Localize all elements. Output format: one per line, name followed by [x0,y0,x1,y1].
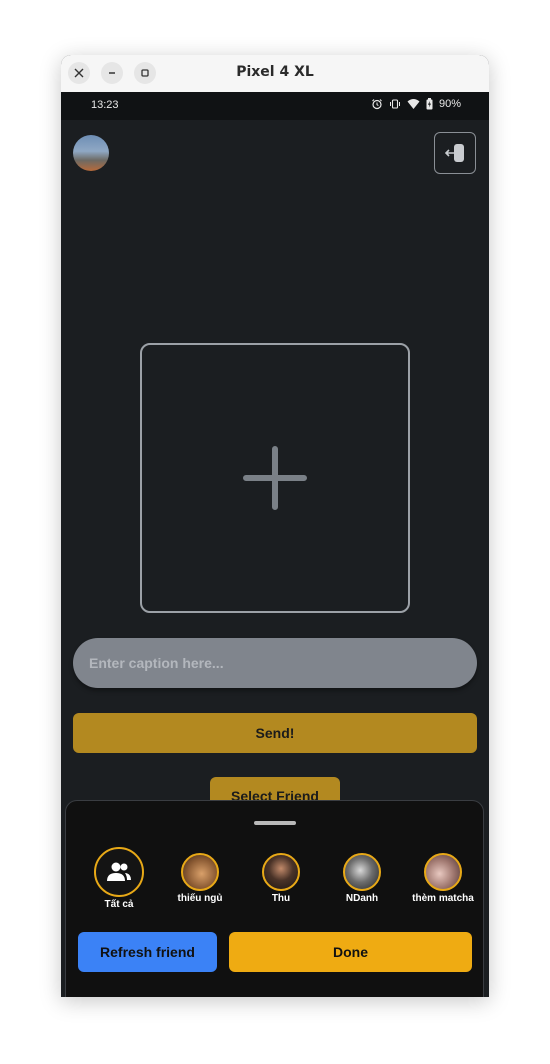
friend-name: thiếu ngủ [177,893,223,904]
friend-list: Tất cả thiếu ngủ Thu NDanh thèm matcha [66,847,485,917]
add-image-icon [243,446,307,510]
logout-icon [444,144,464,162]
caption-input[interactable] [73,638,477,688]
group-icon [107,862,131,881]
friend-name: NDanh [345,893,379,904]
status-bar: 13:23 90% [61,92,489,120]
window-title: Pixel 4 XL [236,64,314,80]
friend-name: Thu [271,893,291,904]
friend-item[interactable]: thèm matcha [398,847,485,904]
friend-avatar [262,853,300,891]
image-picker[interactable] [140,343,410,613]
friend-avatar [424,853,462,891]
friend-bottom-sheet: Tất cả thiếu ngủ Thu NDanh thèm matcha R… [65,800,484,997]
status-icons: 90% [371,98,461,110]
emulator-window: Pixel 4 XL 13:23 90% Send! Select Friend [61,55,489,997]
friend-item[interactable]: Thu [236,847,326,904]
vibrate-icon [389,99,400,109]
friend-name: thèm matcha [412,893,474,904]
friend-item[interactable]: NDanh [317,847,407,904]
friend-avatar [343,853,381,891]
alarm-icon [372,99,382,110]
friend-item-all[interactable]: Tất cả [74,847,164,910]
refresh-friend-button[interactable]: Refresh friend [78,932,217,972]
battery-charging-icon [426,98,433,110]
window-titlebar: Pixel 4 XL [61,55,489,93]
wifi-icon [407,99,420,109]
done-button[interactable]: Done [229,932,472,972]
friend-item[interactable]: thiếu ngủ [155,847,245,904]
caption-field[interactable] [73,638,477,688]
drag-handle[interactable] [254,821,296,825]
send-button[interactable]: Send! [73,713,477,753]
friend-avatar [181,853,219,891]
logout-button[interactable] [434,132,476,174]
friend-all-avatar [94,847,144,897]
friend-name: Tất cả [104,899,134,910]
status-time: 13:23 [91,99,119,111]
battery-percentage: 90% [438,98,461,110]
user-avatar[interactable] [73,135,109,171]
